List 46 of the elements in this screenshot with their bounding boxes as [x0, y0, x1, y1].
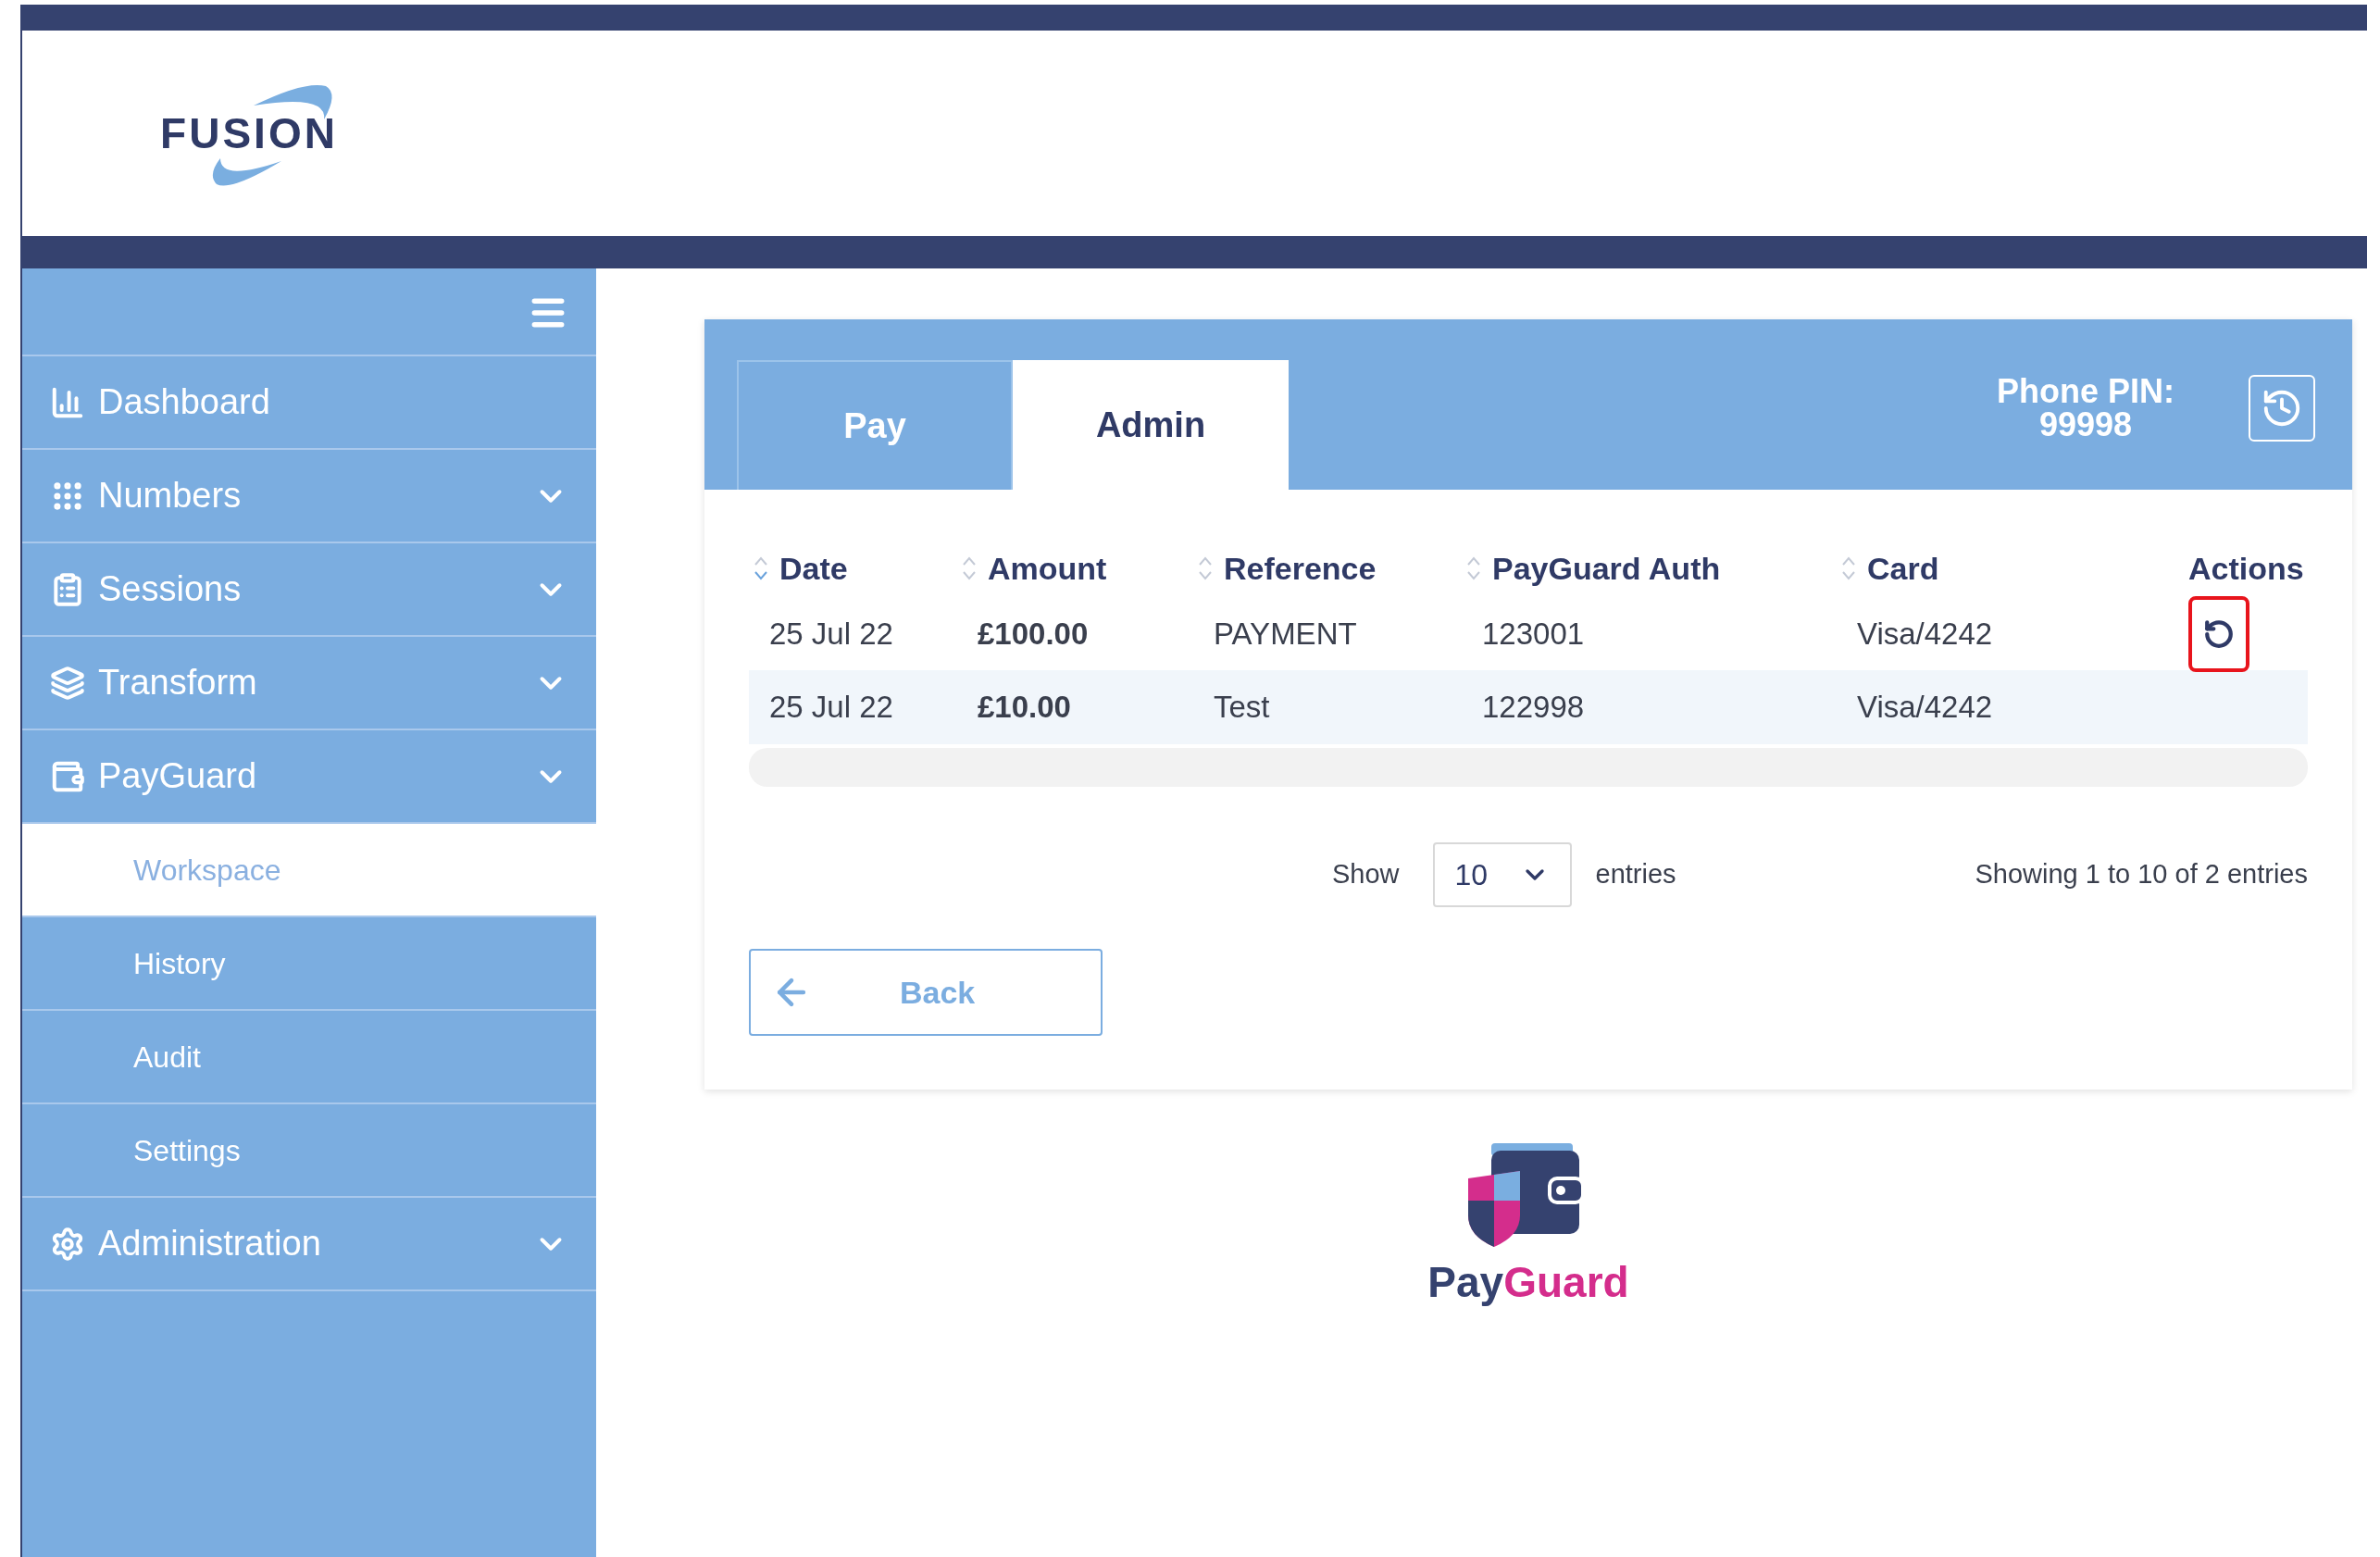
sidebar-item[interactable]: Dashboard — [22, 356, 596, 450]
table-cell-text: £10.00 — [977, 689, 1072, 727]
sort-icon[interactable] — [962, 554, 977, 582]
payguard-logo-text: PayGuard — [1427, 1257, 1629, 1308]
table-cell-text: 25 Jul 22 — [768, 689, 894, 727]
column-header[interactable]: Date — [779, 544, 848, 592]
table-cell-text: Visa/4242 — [1856, 616, 1994, 654]
undo-icon — [2203, 618, 2235, 650]
tab[interactable]: Pay — [737, 360, 1013, 490]
table-cell-text: Visa/4242 — [1856, 689, 1994, 727]
sort-icon[interactable] — [1198, 554, 1213, 582]
undo-button[interactable] — [2188, 596, 2249, 672]
table-cell-text: 123001 — [1481, 616, 1586, 654]
back-button[interactable]: Back — [749, 949, 1103, 1036]
table-cell-text: £100.00 — [977, 616, 1090, 654]
phone-pin-label: Phone PIN: — [1997, 375, 2174, 408]
table-cell-text: 25 Jul 22 — [768, 616, 894, 654]
column-header[interactable]: PayGuard Auth — [1492, 544, 1721, 592]
menu-item-icon — [50, 1226, 85, 1262]
sidebar-item[interactable]: Transform — [22, 637, 596, 730]
sort-icon[interactable] — [1466, 554, 1481, 582]
sort-icon[interactable] — [1841, 554, 1856, 582]
sidebar-item[interactable]: Administration — [22, 1198, 596, 1291]
submenu-item[interactable]: Audit — [22, 1011, 596, 1104]
refresh-button[interactable] — [2249, 375, 2315, 442]
page-size-select[interactable]: 10 — [1432, 842, 1572, 907]
column-header[interactable]: Amount — [988, 544, 1107, 592]
column-header[interactable]: Reference — [1224, 544, 1377, 592]
column-header[interactable]: Card — [1867, 544, 1939, 592]
sort-icon[interactable] — [754, 554, 768, 582]
show-label: Show — [1332, 858, 1400, 891]
sidebar-item[interactable]: Sessions — [22, 543, 596, 637]
table-cell-text: Test — [1213, 689, 1271, 727]
sidebar-item[interactable]: Numbers — [22, 450, 596, 543]
submenu-item[interactable]: History — [22, 917, 596, 1011]
entries-summary: Showing 1 to 10 of 2 entries — [1975, 858, 2308, 891]
column-header[interactable]: Actions — [2188, 544, 2304, 592]
tab[interactable]: Admin — [1013, 360, 1289, 490]
entries-label: entries — [1595, 858, 1676, 891]
table-cell-text: PAYMENT — [1213, 616, 1358, 654]
phone-pin-value: 99998 — [2038, 408, 2133, 442]
logo: FUSION — [143, 73, 355, 193]
menu-item-icon — [50, 665, 85, 701]
submenu-item[interactable]: Workspace — [22, 824, 596, 917]
submenu-item[interactable]: Settings — [22, 1104, 596, 1198]
table-cell-text: 122998 — [1481, 689, 1586, 727]
